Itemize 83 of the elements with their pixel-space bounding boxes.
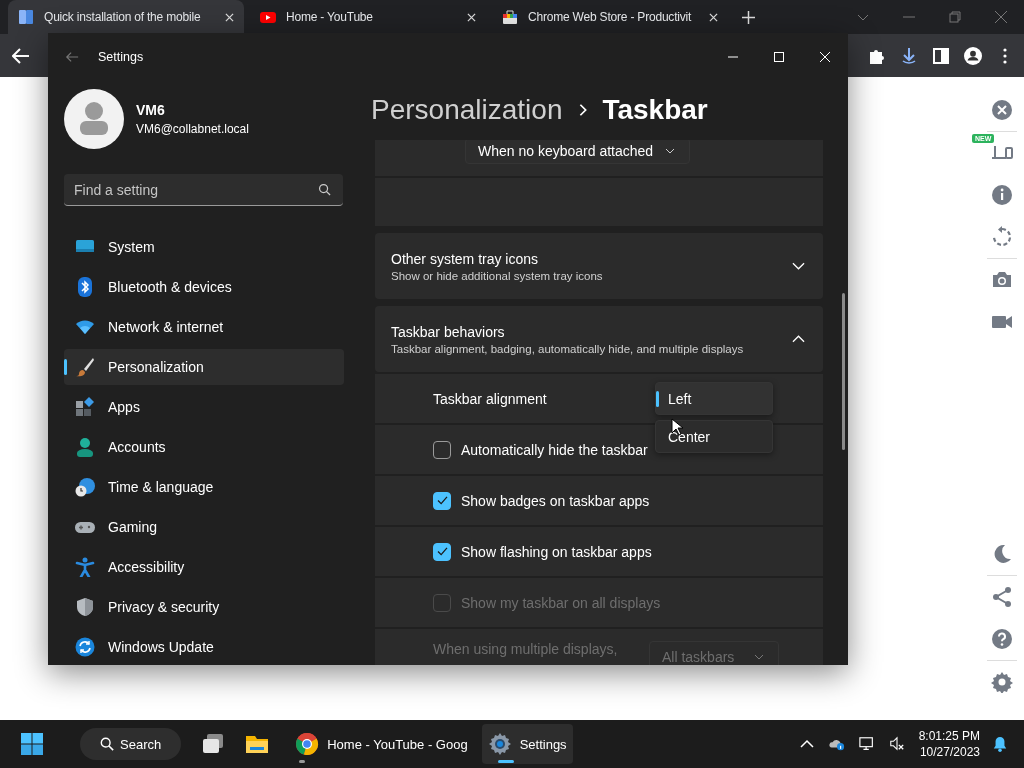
checkbox-label: Show badges on taskbar apps — [461, 492, 650, 509]
download-icon[interactable] — [900, 46, 918, 65]
menu-item[interactable]: Left — [655, 382, 773, 415]
chevron-right-icon — [578, 103, 589, 117]
browser-tab[interactable]: Chrome Web Store - Productivit — [492, 0, 728, 34]
nav-item[interactable]: Bluetooth & devices — [64, 269, 344, 305]
menu-item[interactable]: Center — [655, 420, 773, 453]
settings-icon[interactable] — [991, 671, 1013, 693]
nav-item[interactable]: Time & language — [64, 469, 344, 505]
chevron-down-icon — [792, 262, 805, 270]
globe-clock-icon — [75, 477, 95, 497]
breadcrumb-parent[interactable]: Personalization — [371, 94, 563, 126]
paintbrush-icon — [75, 357, 95, 377]
clock-time[interactable]: 8:01:25 PM — [918, 728, 980, 744]
section-title: Other system tray icons — [391, 250, 540, 267]
checkbox[interactable] — [433, 491, 451, 510]
network-icon[interactable] — [858, 736, 875, 752]
taskbar-app[interactable]: Settings — [481, 724, 573, 764]
volume-muted-icon[interactable] — [888, 736, 905, 752]
gear-icon — [487, 732, 512, 756]
browser-tab[interactable]: Quick installation of the mobile — [8, 0, 244, 34]
checkbox-label: Show flashing on taskbar apps — [461, 543, 652, 560]
checkbox-label: Automatically hide the taskbar — [461, 441, 648, 458]
task-view-icon[interactable] — [201, 732, 226, 756]
search-field[interactable]: Find a setting — [64, 174, 343, 206]
scrollbar[interactable] — [842, 293, 845, 450]
expander-header[interactable]: Other system tray icons Show or hide additional system tray icons — [375, 233, 823, 299]
setting-label: When using multiple displays, — [433, 641, 618, 657]
checkbox-label: Show my taskbar on all displays — [461, 594, 661, 611]
checkmark-icon — [436, 496, 448, 505]
accessibility-icon — [75, 557, 95, 577]
start-icon[interactable] — [20, 732, 44, 756]
chrome-icon — [295, 732, 320, 756]
avatar — [64, 89, 124, 149]
dropdown[interactable]: When no keyboard attached — [465, 140, 690, 164]
user-name: VM6 — [136, 102, 166, 118]
info-icon[interactable] — [991, 184, 1013, 206]
setting-label: Taskbar alignment — [433, 390, 547, 407]
side-panel-icon[interactable] — [932, 46, 950, 65]
search-icon — [318, 183, 331, 196]
restore-icon[interactable] — [949, 11, 961, 23]
search-icon — [100, 737, 114, 751]
clock-date[interactable]: 10/27/2023 — [919, 744, 980, 760]
checkbox[interactable] — [433, 542, 451, 561]
video-play-icon — [260, 9, 276, 25]
share-icon[interactable] — [991, 586, 1013, 608]
bell-icon[interactable] — [992, 736, 1008, 752]
back-arrow-icon[interactable] — [12, 46, 30, 65]
chevron-down-icon — [665, 148, 675, 154]
nav-item[interactable]: Accessibility — [64, 549, 344, 585]
nav-item[interactable]: System — [64, 229, 344, 265]
store-icon — [502, 9, 518, 25]
expander-header[interactable]: Taskbar behaviors Taskbar alignment, badging, automatically hide, and multiple displays — [375, 306, 823, 372]
nav-item[interactable]: Apps — [64, 389, 344, 425]
page-title: Taskbar — [602, 94, 708, 126]
nav-item[interactable]: Privacy & security — [64, 589, 344, 625]
nav-item[interactable]: Windows Update — [64, 629, 344, 665]
taskbar-app[interactable]: Home - YouTube - Goog — [289, 724, 474, 764]
plus-icon[interactable] — [742, 10, 755, 24]
nav-item[interactable]: Network & internet — [64, 309, 344, 345]
document-icon — [18, 9, 34, 25]
profile-icon[interactable] — [964, 46, 982, 65]
nav-item[interactable]: Gaming — [64, 509, 344, 545]
bluetooth-icon — [75, 277, 95, 297]
rotate-icon[interactable] — [991, 226, 1013, 248]
chevron-up-icon — [792, 335, 805, 343]
nav-item[interactable]: Personalization — [64, 349, 344, 385]
user-email: VM6@collabnet.local — [136, 122, 249, 136]
section-subtitle: Taskbar alignment, badging, automatically hide, and multiple displays — [391, 342, 745, 355]
checkbox[interactable] — [433, 440, 451, 459]
shield-icon — [75, 597, 95, 617]
help-icon[interactable] — [991, 628, 1013, 650]
nav-item[interactable]: Accounts — [64, 429, 344, 465]
section-title: Taskbar behaviors — [391, 323, 506, 340]
person-icon — [75, 437, 95, 457]
apps-icon — [75, 397, 95, 417]
chevron-down-icon — [754, 654, 764, 660]
refresh-icon — [75, 637, 95, 657]
section-subtitle: Show or hide additional system tray icons — [391, 269, 604, 282]
search-button[interactable]: Search — [80, 728, 182, 760]
window-title: Settings — [98, 49, 144, 64]
checkmark-icon — [436, 547, 448, 556]
browser-tab[interactable]: Home - YouTube — [250, 0, 486, 34]
